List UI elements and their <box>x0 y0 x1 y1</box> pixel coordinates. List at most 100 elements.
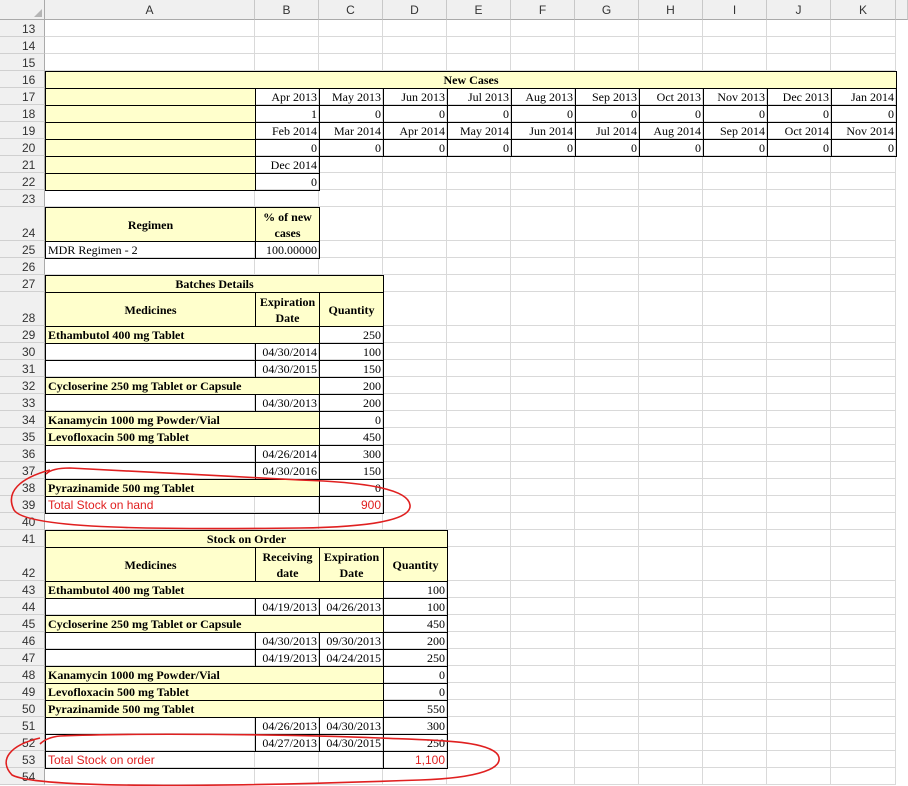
grid-cell[interactable] <box>383 156 447 173</box>
new-cases-blank[interactable] <box>45 173 256 191</box>
grid-cell[interactable] <box>767 326 831 343</box>
grid-cell[interactable] <box>45 768 255 785</box>
batch-quantity[interactable]: 200 <box>319 377 384 395</box>
grid-cell[interactable] <box>639 275 703 292</box>
new-cases-value[interactable]: 0 <box>319 105 384 123</box>
grid-cell[interactable] <box>831 156 896 173</box>
order-quantity[interactable]: 250 <box>383 649 448 667</box>
grid-cell[interactable] <box>319 173 383 190</box>
grid-cell[interactable] <box>767 394 831 411</box>
grid-cell[interactable] <box>831 326 896 343</box>
grid-cell[interactable] <box>831 207 896 241</box>
total-stock-on-order-value[interactable]: 1,100 <box>383 751 448 769</box>
order-receiving-date[interactable]: 04/19/2013 <box>255 649 320 667</box>
grid-cell[interactable] <box>831 700 896 717</box>
grid-cell[interactable] <box>383 411 447 428</box>
grid-cell[interactable] <box>319 241 383 258</box>
grid-cell[interactable] <box>703 479 767 496</box>
grid-cell[interactable] <box>447 615 511 632</box>
grid-cell[interactable] <box>767 513 831 530</box>
batch-expiration[interactable]: 04/30/2014 <box>255 343 320 361</box>
grid-cell[interactable] <box>703 326 767 343</box>
orders-title[interactable]: Stock on Order <box>45 530 448 548</box>
grid-cell[interactable] <box>639 37 703 54</box>
grid-cell[interactable] <box>511 598 575 615</box>
new-cases-blank[interactable] <box>45 122 256 140</box>
grid-cell[interactable] <box>511 700 575 717</box>
row-header-13[interactable]: 13 <box>0 20 45 37</box>
order-receiving-date[interactable]: 04/26/2013 <box>255 717 320 735</box>
grid-cell[interactable] <box>639 411 703 428</box>
grid-cell[interactable] <box>639 513 703 530</box>
batch-quantity[interactable]: 300 <box>319 445 384 463</box>
grid-cell[interactable] <box>767 173 831 190</box>
orders-col-medicines[interactable]: Medicines <box>45 547 256 582</box>
new-cases-month[interactable]: Aug 2013 <box>511 88 576 106</box>
grid-cell[interactable] <box>767 20 831 37</box>
grid-cell[interactable] <box>383 394 447 411</box>
grid-cell[interactable] <box>767 207 831 241</box>
row-header-31[interactable]: 31 <box>0 360 45 377</box>
grid-cell[interactable] <box>575 700 639 717</box>
grid-cell[interactable] <box>511 649 575 666</box>
grid-cell[interactable] <box>511 751 575 768</box>
new-cases-month[interactable]: May 2014 <box>447 122 512 140</box>
grid-cell[interactable] <box>383 462 447 479</box>
order-quantity[interactable]: 100 <box>383 581 448 599</box>
grid-cell[interactable] <box>767 343 831 360</box>
grid-cell[interactable] <box>447 207 511 241</box>
grid-cell[interactable] <box>255 37 319 54</box>
grid-cell[interactable] <box>831 343 896 360</box>
column-header-b[interactable]: B <box>255 0 319 20</box>
row-header-45[interactable]: 45 <box>0 615 45 632</box>
grid-cell[interactable] <box>639 428 703 445</box>
grid-cell[interactable] <box>703 751 767 768</box>
grid-cell[interactable] <box>639 700 703 717</box>
grid-cell[interactable] <box>383 479 447 496</box>
grid-cell[interactable] <box>511 479 575 496</box>
grid-cell[interactable] <box>319 37 383 54</box>
grid-cell[interactable] <box>703 581 767 598</box>
grid-cell[interactable] <box>383 275 447 292</box>
column-header-j[interactable]: J <box>767 0 831 20</box>
grid-cell[interactable] <box>767 462 831 479</box>
orders-col-receiving[interactable]: Receiving date <box>255 547 320 582</box>
grid-cell[interactable] <box>575 275 639 292</box>
grid-cell[interactable] <box>831 649 896 666</box>
grid-cell[interactable] <box>831 683 896 700</box>
grid-cell[interactable] <box>511 666 575 683</box>
row-header-47[interactable]: 47 <box>0 649 45 666</box>
grid-cell[interactable] <box>831 496 896 513</box>
grid-cell[interactable] <box>575 683 639 700</box>
row-header-34[interactable]: 34 <box>0 411 45 428</box>
grid-cell[interactable] <box>703 649 767 666</box>
grid-cell[interactable] <box>703 530 767 547</box>
grid-cell[interactable] <box>639 173 703 190</box>
row-header-52[interactable]: 52 <box>0 734 45 751</box>
row-header-17[interactable]: 17 <box>0 88 45 105</box>
row-header-28[interactable]: 28 <box>0 292 45 326</box>
grid-cell[interactable] <box>831 37 896 54</box>
new-cases-value[interactable]: 0 <box>575 139 640 157</box>
grid-cell[interactable] <box>511 717 575 734</box>
order-blank[interactable] <box>45 632 256 650</box>
grid-cell[interactable] <box>511 445 575 462</box>
orders-col-expiration[interactable]: Expiration Date <box>319 547 384 582</box>
row-header-16[interactable]: 16 <box>0 71 45 88</box>
grid-cell[interactable] <box>511 207 575 241</box>
total-stock-on-order-label[interactable]: Total Stock on order <box>45 751 384 769</box>
grid-cell[interactable] <box>319 54 383 71</box>
grid-cell[interactable] <box>767 37 831 54</box>
order-medicine[interactable]: Kanamycin 1000 mg Powder/Vial <box>45 666 384 684</box>
regimen-header[interactable]: Regimen <box>45 207 256 242</box>
new-cases-value[interactable]: 0 <box>447 105 512 123</box>
grid-cell[interactable] <box>767 445 831 462</box>
grid-cell[interactable] <box>831 173 896 190</box>
order-blank[interactable] <box>45 649 256 667</box>
grid-cell[interactable] <box>319 258 383 275</box>
grid-cell[interactable] <box>383 428 447 445</box>
grid-cell[interactable] <box>639 190 703 207</box>
grid-cell[interactable] <box>831 632 896 649</box>
grid-cell[interactable] <box>703 207 767 241</box>
grid-cell[interactable] <box>639 581 703 598</box>
